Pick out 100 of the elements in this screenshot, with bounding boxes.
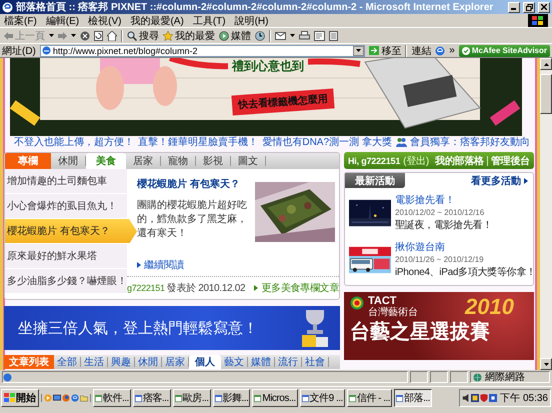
taskbar-button[interactable]: 文件9 ... — [300, 389, 345, 407]
article-list-item[interactable]: 增加情趣的土司麵包車 — [5, 169, 127, 194]
category-tab[interactable]: 美食 — [86, 153, 126, 169]
article-list-item[interactable]: 原來最好的鮮水果塔 — [5, 244, 127, 269]
category-tab[interactable]: 流行 — [275, 357, 302, 367]
event-description: iPhone4、iPad多項大獎等你拿！ — [395, 266, 530, 279]
go-arrow-icon — [369, 46, 380, 55]
app-icon — [2, 2, 13, 12]
event-title[interactable]: 揪你遊台南 — [395, 240, 530, 254]
menu-item[interactable]: 說明(H) — [234, 14, 268, 28]
category-tab[interactable]: 全部 — [54, 357, 81, 367]
search-button[interactable]: 搜尋 — [127, 28, 159, 42]
media-button[interactable]: 媒體 — [219, 28, 251, 42]
category-tab[interactable]: 圖文 — [231, 156, 266, 166]
promo-link[interactable]: 直擊！鍾華明星臉賣手機！ — [138, 135, 258, 149]
caret-icon[interactable] — [71, 34, 76, 37]
window-icon — [174, 394, 182, 402]
scrollbar-thumb[interactable] — [540, 74, 552, 114]
mail-icon[interactable] — [275, 31, 286, 40]
category-tab[interactable]: 影視 — [196, 156, 231, 166]
article-list-item[interactable]: 多少油脂多少錢？嚇煙眼！ — [5, 269, 127, 294]
scroll-down-button[interactable] — [540, 358, 552, 370]
menu-item[interactable]: 我的最愛(A) — [130, 14, 184, 28]
read-more-link[interactable]: 繼續閱讀 — [144, 258, 184, 272]
category-tab[interactable]: 休閒 — [135, 357, 162, 367]
account-link[interactable]: 管理後台 — [490, 154, 530, 168]
links-label[interactable]: 連結 — [411, 44, 432, 58]
addon-button[interactable]: McAfee SiteAdvisor — [458, 44, 550, 56]
category-tab[interactable]: 社會 — [302, 357, 329, 367]
event-description: 聖誕夜，電影搶先看！ — [395, 218, 492, 232]
more-articles-link[interactable]: 更多美食專欄文章 — [261, 281, 339, 295]
start-button[interactable]: 開始 — [1, 389, 39, 407]
article-list-item[interactable]: 櫻花蝦脆片 有包寒天？ — [5, 219, 137, 244]
caret-icon[interactable] — [290, 34, 295, 37]
caret-icon[interactable] — [49, 34, 54, 37]
menu-item[interactable]: 編輯(E) — [46, 14, 80, 28]
event-dates: 2010/12/02 ~ 2010/12/16 — [395, 208, 486, 217]
promo-link[interactable]: 不登入也能上傳，超方便！ — [14, 135, 134, 149]
media-icon — [219, 30, 229, 40]
window-icon — [348, 394, 356, 402]
address-field[interactable]: http://www.pixnet.net/blog#column-2 — [40, 44, 366, 56]
trophy-drawing — [300, 308, 330, 348]
window-title: 部落格首頁 :: 痞客邦 PIXNET ::#column-2#column-2#column-2#column-2 - Microsoft Internet Explorer — [16, 0, 494, 14]
security-zone: 網際網路 — [485, 371, 525, 384]
taskbar-button[interactable]: 軟件... — [93, 389, 131, 407]
promo-link[interactable]: 會員獨享：痞客邦好友動向 — [396, 135, 530, 149]
scroll-up-button[interactable] — [540, 58, 552, 70]
taskbar-button[interactable]: 痞客... — [132, 389, 171, 407]
ad-banner[interactable]: 坐擁三倍人氣，登上熱門輕鬆寫意！ — [4, 306, 340, 350]
user-greeting: Hi, g7222151 — [348, 156, 400, 166]
browser-icon[interactable] — [435, 46, 446, 56]
account-link[interactable]: 我的部落格 — [435, 154, 484, 168]
category-tab[interactable]: 生活 — [81, 357, 108, 367]
favorites-button[interactable]: 我的最愛 — [163, 28, 215, 42]
taskbar-button[interactable]: 歐房... — [172, 389, 211, 407]
document-icon[interactable] — [329, 30, 338, 40]
menu-item[interactable]: 檔案(F) — [4, 14, 37, 28]
minimize-button[interactable] — [508, 2, 520, 12]
desktop-icon[interactable] — [53, 394, 61, 402]
logo-icon — [528, 14, 548, 27]
close-icon — [541, 4, 547, 10]
caret-icon[interactable] — [356, 49, 362, 52]
more-events-link[interactable]: 看更多活動 — [471, 174, 521, 188]
taskbar-button[interactable]: 影舞... — [212, 389, 250, 407]
promo-link[interactable]: 愛情也有DNA?測一測 拿大獎 — [262, 135, 392, 149]
event-dates: 2010/11/26 ~ 2010/12/19 — [395, 255, 485, 264]
taskbar-button[interactable]: 信件 - ... — [346, 389, 392, 407]
menu-item[interactable]: 檢視(V) — [88, 14, 122, 28]
flag-icon — [4, 393, 15, 403]
go-button[interactable]: 移至 — [369, 44, 402, 58]
home-icon[interactable] — [107, 30, 117, 40]
section-header: 專欄 — [5, 153, 51, 169]
ad-brand: TACT — [368, 296, 397, 307]
category-tab[interactable]: 興趣 — [108, 357, 135, 367]
side-ad[interactable]: TACT 台灣藝術台 2010 台藝之星選拔賽 — [344, 292, 534, 360]
category-tab[interactable]: 寵物 — [161, 156, 196, 166]
taskbar-button[interactable]: Micros... — [252, 389, 298, 407]
post-byline: g7222151 發表於 2010.12.02 — [127, 282, 246, 295]
more-links-chevron[interactable]: » — [449, 45, 455, 56]
stop-icon[interactable] — [80, 30, 90, 40]
refresh-icon[interactable] — [94, 30, 103, 40]
category-tab[interactable]: 藝文 — [221, 357, 248, 367]
section-header: 文章列表 — [4, 355, 54, 369]
print-icon[interactable] — [299, 30, 310, 40]
browser-icon[interactable] — [71, 394, 79, 402]
article-list-item[interactable]: 小心會爆炸的虱目魚丸！ — [5, 194, 127, 219]
category-tab[interactable]: 個人 — [189, 355, 221, 369]
close-button[interactable] — [538, 2, 550, 12]
menu-item[interactable]: 工具(T) — [192, 14, 226, 28]
ad-title: 台藝之星選拔賽 — [350, 320, 491, 344]
event-title[interactable]: 電影搶先看！ — [395, 193, 492, 207]
logout-link[interactable]: (登出) — [403, 154, 430, 168]
edit-icon[interactable] — [314, 30, 325, 40]
taskbar-button[interactable]: 部落... — [394, 389, 432, 407]
section-header: 最新活動 — [345, 173, 405, 188]
category-tab[interactable]: 居家 — [126, 156, 161, 166]
category-tab[interactable]: 媒體 — [248, 357, 275, 367]
article-title[interactable]: 櫻花蝦脆片 有包寒天？ — [137, 177, 250, 191]
restore-button[interactable] — [523, 2, 535, 12]
history-icon[interactable] — [255, 30, 265, 40]
